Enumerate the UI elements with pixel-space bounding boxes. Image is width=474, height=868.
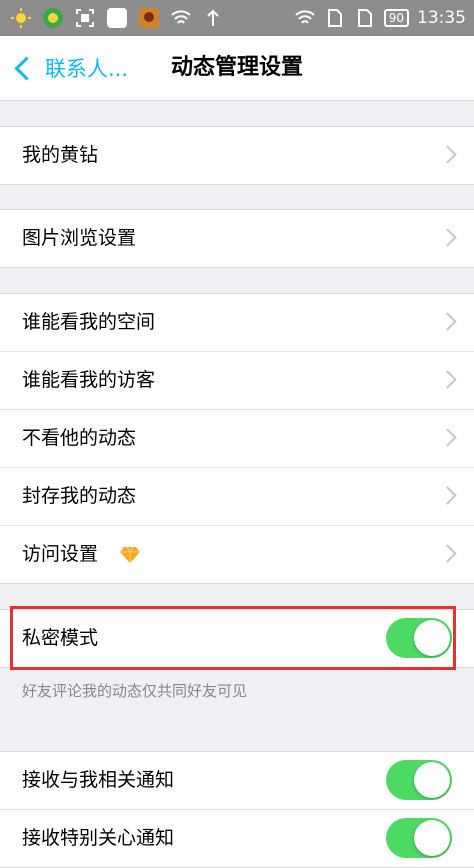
sim-card-icon (324, 7, 346, 29)
battery-indicator: 90 (383, 9, 409, 27)
row-label: 访问设置 (22, 543, 99, 565)
settings-row-hide-their-feed[interactable]: 不看他的动态 (0, 410, 474, 468)
wifi-icon (170, 7, 192, 29)
yellow-diamond-icon (120, 546, 140, 564)
settings-row-access-settings[interactable]: 访问设置 (0, 526, 474, 583)
upload-arrow-icon (202, 7, 224, 29)
row-label: 谁能看我的空间 (22, 311, 156, 333)
chevron-right-icon (438, 428, 457, 447)
status-left-icons (10, 5, 224, 31)
chevron-right-icon (438, 145, 457, 164)
settings-row-image-browsing[interactable]: 图片浏览设置 (0, 210, 474, 267)
white-app-icon (106, 7, 128, 29)
highlight-box (10, 606, 456, 670)
row-label: 不看他的动态 (22, 427, 137, 449)
settings-group-privacy: 谁能看我的空间 谁能看我的访客 不看他的动态 封存我的动态 访问设置 (0, 293, 474, 584)
settings-row-special-care-notifications: 接收特别关心通知 (0, 810, 474, 867)
chevron-right-icon (438, 312, 457, 331)
settings-row-who-can-see-visitors[interactable]: 谁能看我的访客 (0, 352, 474, 410)
settings-group-image-browsing: 图片浏览设置 (0, 209, 474, 268)
settings-group-yellow-diamond: 我的黄钻 (0, 126, 474, 185)
settings-row-related-notifications: 接收与我相关通知 (0, 752, 474, 810)
chevron-right-icon (438, 228, 457, 247)
special-care-notifications-toggle[interactable] (386, 818, 452, 858)
settings-group-notifications: 接收与我相关通知 接收特别关心通知 (0, 751, 474, 868)
app-notification-icon (42, 7, 64, 29)
game-app-icon (138, 7, 160, 29)
scan-icon (74, 7, 96, 29)
sun-icon (10, 7, 32, 29)
status-bar: 90 13:35 (0, 0, 474, 36)
row-label: 谁能看我的访客 (22, 369, 156, 391)
chevron-right-icon (438, 370, 457, 389)
row-label: 图片浏览设置 (22, 227, 137, 249)
row-label: 接收特别关心通知 (22, 827, 175, 849)
settings-row-archive-my-feed[interactable]: 封存我的动态 (0, 468, 474, 526)
chevron-right-icon (438, 486, 457, 505)
related-notifications-toggle[interactable] (386, 760, 452, 800)
status-time: 13:35 (417, 8, 466, 28)
wifi-signal-icon (294, 7, 316, 29)
row-label: 接收与我相关通知 (22, 769, 175, 791)
chevron-right-icon (438, 544, 457, 563)
settings-row-who-can-see-space[interactable]: 谁能看我的空间 (0, 294, 474, 352)
toggle-knob (414, 762, 450, 798)
page-title: 动态管理设置 (170, 55, 303, 80)
row-label: 我的黄钻 (22, 144, 99, 166)
private-mode-caption: 好友评论我的动态仅共同好友可见 (22, 682, 248, 700)
settings-row-my-yellow-diamond[interactable]: 我的黄钻 (0, 127, 474, 184)
row-label: 封存我的动态 (22, 485, 137, 507)
status-right-icons: 90 13:35 (294, 5, 466, 31)
sim-card-2-icon (354, 7, 376, 29)
toggle-knob (414, 820, 450, 856)
navigation-bar: 联系人... 动态管理设置 (0, 36, 474, 101)
